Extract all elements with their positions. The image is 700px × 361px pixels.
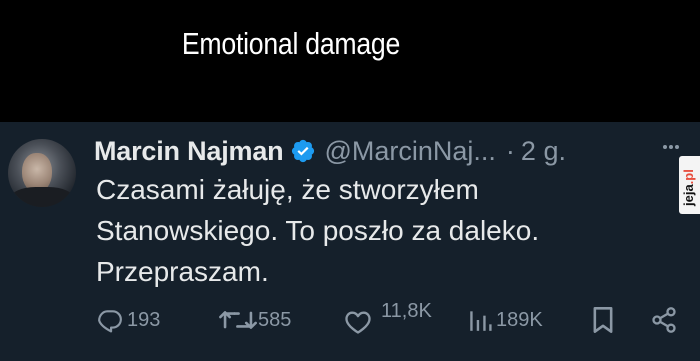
tweet-header: Marcin Najman @MarcinNaj... · 2 g. [94, 133, 566, 169]
share-icon [652, 307, 676, 333]
reply-button[interactable]: 193 [97, 307, 160, 333]
avatar-shirt [10, 187, 74, 207]
like-button[interactable] [344, 309, 372, 335]
views-chart-icon [470, 311, 492, 331]
tweet-line: Czasami żałuję, że stworzyłem [96, 174, 479, 205]
header-separator: · [505, 135, 515, 166]
bookmark-button[interactable] [591, 306, 615, 334]
heart-icon [345, 311, 371, 334]
retweet-icon [219, 311, 257, 329]
avatar[interactable] [8, 139, 76, 207]
tweet-line: Przepraszam. [96, 256, 269, 287]
caption-text: Emotional damage [181, 26, 401, 61]
like-count: 11,8K [381, 300, 432, 322]
retweet-button[interactable]: 585 [218, 307, 291, 333]
tweet-text: Czasami żałuję, że stworzyłem Stanowskie… [96, 169, 666, 292]
watermark-text: jeja.pl [681, 169, 696, 206]
author-name[interactable]: Marcin Najman [94, 136, 284, 167]
share-button[interactable] [650, 306, 678, 334]
author-handle[interactable]: @MarcinNaj... [324, 136, 495, 167]
more-icon[interactable] [663, 144, 679, 150]
views-button[interactable]: 189K [468, 307, 543, 333]
meme-page: Emotional damage Marcin Najman @MarcinNa… [0, 0, 700, 361]
watermark-main: jeja [681, 184, 696, 206]
views-count: 189K [496, 308, 543, 331]
tweet-card[interactable]: Marcin Najman @MarcinNaj... · 2 g. jeja.… [0, 122, 700, 361]
reply-icon [98, 310, 122, 333]
action-bar: 193 585 11,8K 189K [0, 292, 700, 352]
verified-badge-icon [290, 138, 316, 164]
tweet-timestamp[interactable]: 2 g. [521, 136, 566, 167]
watermark-accent: .pl [681, 169, 696, 185]
retweet-count: 585 [258, 308, 292, 331]
caption-band: Emotional damage [0, 0, 700, 122]
jeja-watermark: jeja.pl [679, 156, 700, 214]
reply-count: 193 [127, 308, 161, 331]
bookmark-icon [593, 307, 613, 333]
tweet-line: Stanowskiego. To poszło za daleko. [96, 215, 540, 246]
